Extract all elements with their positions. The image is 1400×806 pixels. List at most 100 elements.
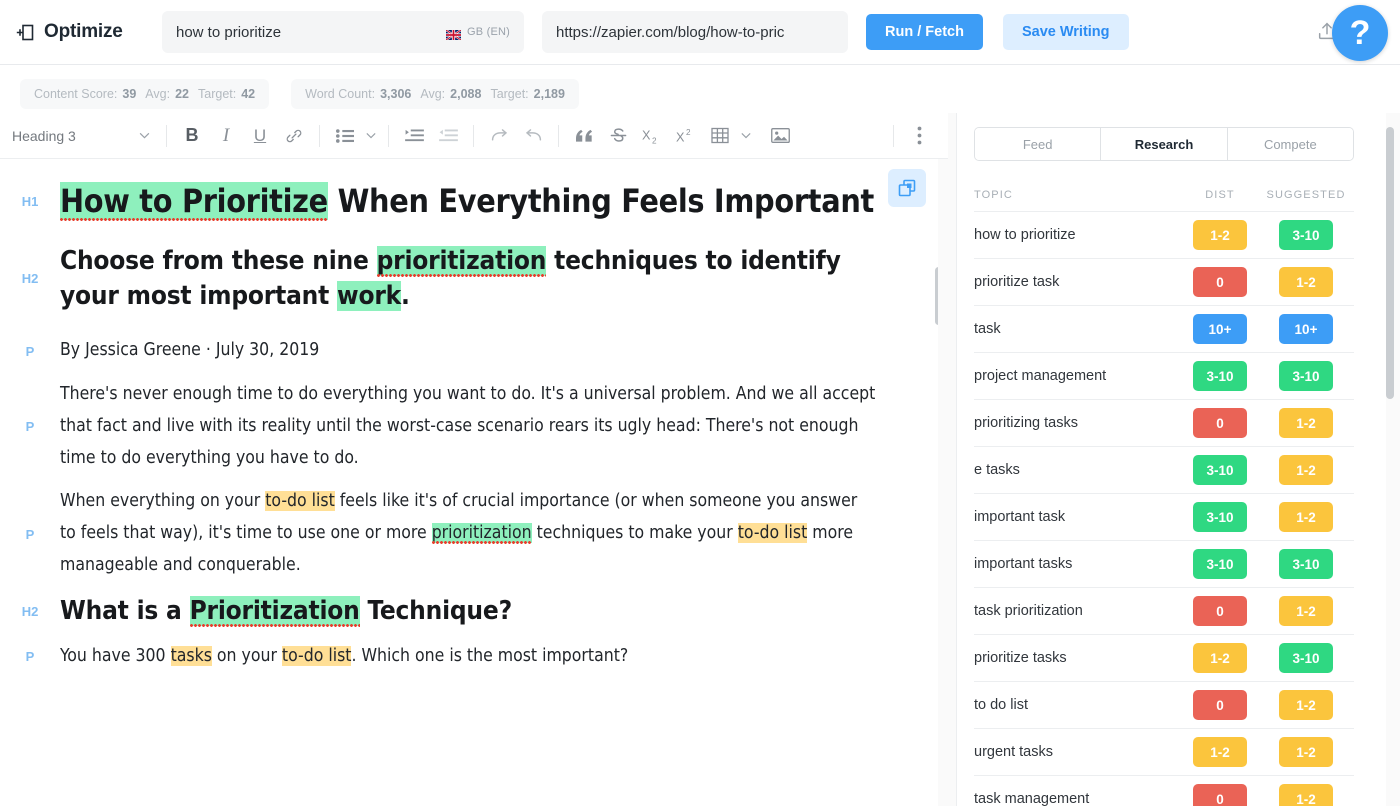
table-row[interactable]: task 10+ 10+ — [974, 305, 1354, 352]
table-row[interactable]: e tasks 3-10 1-2 — [974, 446, 1354, 493]
underline-icon[interactable]: U — [243, 120, 277, 152]
text-run: What is a — [60, 596, 190, 627]
toolbar-divider — [166, 124, 167, 147]
table-row[interactable]: important task 3-10 1-2 — [974, 493, 1354, 540]
text-run: You have 300 — [60, 645, 171, 666]
indent-decrease-icon[interactable] — [431, 120, 465, 152]
research-panel-scrollbar-thumb[interactable] — [1386, 127, 1394, 399]
topic-label: prioritizing tasks — [974, 415, 1078, 431]
table-header-row: TOPIC DIST SUGGESTED — [974, 161, 1354, 211]
indent-increase-icon[interactable] — [397, 120, 431, 152]
word-count-avg: 2,088 — [450, 87, 482, 101]
document-block[interactable]: P When everything on your to-do list feel… — [0, 486, 948, 582]
suggested-badge: 1-2 — [1279, 455, 1333, 485]
subscript-icon[interactable]: X2 — [635, 120, 669, 152]
help-button[interactable]: ? — [1332, 5, 1388, 61]
document-block[interactable]: H2 What is a Prioritization Technique? — [0, 594, 948, 629]
topic-label: e tasks — [974, 462, 1020, 478]
dist-badge: 0 — [1193, 408, 1247, 438]
block-type-label: P — [25, 419, 35, 435]
topic-label: prioritize task — [974, 274, 1060, 290]
tab-feed[interactable]: Feed — [975, 128, 1102, 160]
content-score-target: 42 — [241, 87, 256, 101]
tab-research[interactable]: Research — [1101, 128, 1228, 160]
dist-cell: 0 — [1182, 408, 1258, 438]
text-run: There's never enough time to do everythi… — [60, 383, 876, 468]
url-input[interactable]: https://zapier.com/blog/how-to-pric — [542, 11, 848, 53]
dist-cell: 1-2 — [1182, 643, 1258, 673]
block-text: When everything on your to-do list feels… — [60, 486, 878, 582]
superscript-icon[interactable]: X2 — [669, 120, 703, 152]
link-icon[interactable] — [277, 120, 311, 152]
table-row[interactable]: to do list 0 1-2 — [974, 681, 1354, 728]
document-block[interactable]: P You have 300 tasks on your to-do list. … — [0, 641, 948, 673]
suggested-cell: 3-10 — [1258, 220, 1354, 250]
bulleted-list-icon[interactable] — [328, 120, 362, 152]
bold-icon[interactable]: B — [175, 120, 209, 152]
word-count-label: Word Count: — [305, 87, 376, 101]
metrics-bar: Content Score: 39 Avg: 22 Target: 42 Word C… — [0, 65, 1400, 113]
document-block[interactable]: P There's never enough time to do everyth… — [0, 379, 948, 475]
document-editor[interactable]: H1 How to Prioritize When Everything Feel… — [0, 159, 948, 806]
duplicate-icon[interactable] — [888, 169, 926, 207]
dist-cell: 3-10 — [1182, 502, 1258, 532]
table-row[interactable]: task prioritization 0 1-2 — [974, 587, 1354, 634]
dist-cell: 1-2 — [1182, 220, 1258, 250]
document-block[interactable]: P By Jessica Greene · July 30, 2019 — [0, 335, 948, 367]
dist-badge: 3-10 — [1193, 455, 1247, 485]
block-type-label: P — [25, 343, 35, 359]
document-block[interactable]: H1 How to Prioritize When Everything Feel… — [0, 181, 948, 222]
redo-icon[interactable] — [482, 120, 516, 152]
dist-badge: 3-10 — [1193, 549, 1247, 579]
table-dropdown-caret-icon[interactable] — [737, 132, 755, 139]
text-run: By Jessica Greene · July 30, 2019 — [60, 340, 320, 361]
block-type-label: P — [25, 526, 35, 542]
block-type-label: H1 — [21, 193, 39, 209]
text-run: techniques to make your — [531, 523, 738, 544]
column-header-dist: DIST — [1205, 189, 1235, 201]
table-row[interactable]: prioritize task 0 1-2 — [974, 258, 1354, 305]
column-header-suggested: SUGGESTED — [1266, 189, 1346, 201]
svg-text:X: X — [676, 129, 685, 144]
dist-badge: 10+ — [1193, 314, 1247, 344]
locale-indicator[interactable]: GB (EN) — [445, 26, 510, 41]
dist-badge: 3-10 — [1193, 361, 1247, 391]
table-icon[interactable] — [703, 120, 737, 152]
document-block[interactable]: H2 Choose from these nine prioritization … — [0, 244, 948, 313]
dist-badge: 1-2 — [1193, 737, 1247, 767]
undo-icon[interactable] — [516, 120, 550, 152]
table-row[interactable]: urgent tasks 1-2 1-2 — [974, 728, 1354, 775]
table-row[interactable]: important tasks 3-10 3-10 — [974, 540, 1354, 587]
keyword-input[interactable]: how to prioritize GB (EN) — [162, 11, 524, 53]
table-row[interactable]: how to prioritize 1-2 3-10 — [974, 211, 1354, 258]
save-writing-button[interactable]: Save Writing — [1002, 14, 1129, 50]
suggested-badge: 1-2 — [1279, 596, 1333, 626]
svg-text:X: X — [642, 127, 651, 142]
table-row[interactable]: project management 3-10 3-10 — [974, 352, 1354, 399]
image-icon[interactable] — [763, 120, 797, 152]
strikethrough-icon[interactable] — [601, 120, 635, 152]
tab-compete[interactable]: Compete — [1227, 128, 1353, 160]
table-row[interactable]: prioritize tasks 1-2 3-10 — [974, 634, 1354, 681]
dist-badge: 1-2 — [1193, 220, 1247, 250]
italic-icon[interactable]: I — [209, 120, 243, 152]
toolbar-divider — [473, 124, 474, 147]
dist-badge: 1-2 — [1193, 643, 1247, 673]
table-row[interactable]: prioritizing tasks 0 1-2 — [974, 399, 1354, 446]
more-options-icon[interactable] — [902, 120, 936, 152]
list-dropdown-caret-icon[interactable] — [362, 132, 380, 139]
suggested-badge: 1-2 — [1279, 267, 1333, 297]
table-row[interactable]: task management 0 1-2 — [974, 775, 1354, 806]
editor-toolbar: Heading 3 B I U X 2 X 2 — [0, 113, 948, 159]
suggested-cell: 1-2 — [1258, 408, 1354, 438]
run-fetch-button[interactable]: Run / Fetch — [866, 14, 983, 50]
block-type-label: H2 — [21, 271, 39, 287]
dist-badge: 0 — [1193, 690, 1247, 720]
paragraph-style-select[interactable]: Heading 3 — [8, 128, 158, 144]
blockquote-icon[interactable] — [567, 120, 601, 152]
suggested-badge: 3-10 — [1279, 549, 1333, 579]
suggested-cell: 1-2 — [1258, 737, 1354, 767]
